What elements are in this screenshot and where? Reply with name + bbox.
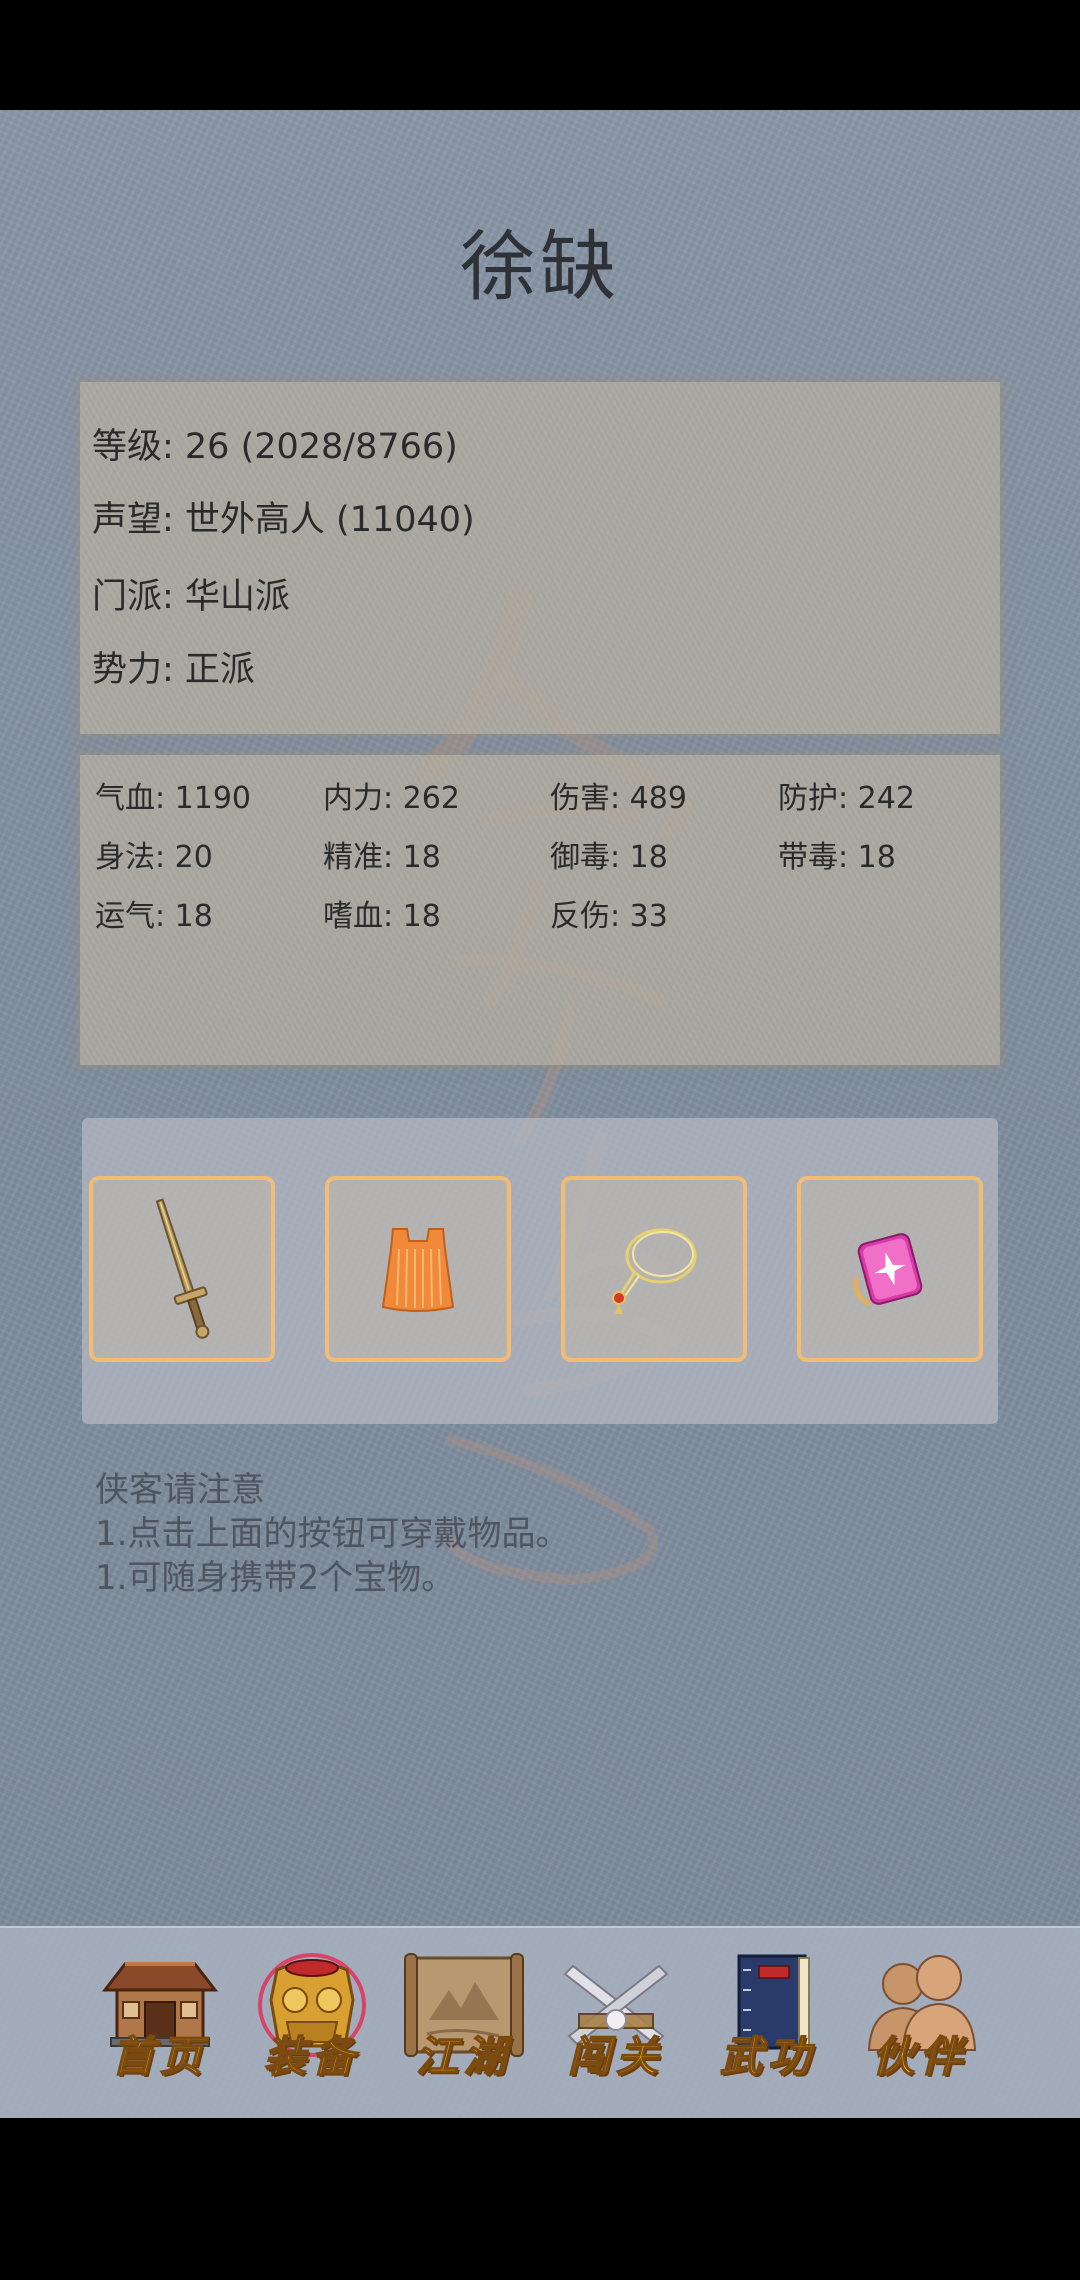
character-info-panel: 等级: 26 (2028/8766) 声望: 世外高人 (11040) 门派: …	[80, 382, 1000, 734]
faction-text: 势力: 正派	[92, 650, 255, 690]
treasure-slot[interactable]	[797, 1176, 983, 1362]
necklace-slot[interactable]	[561, 1176, 747, 1362]
nav-equipment-label: 装备	[263, 2031, 360, 2082]
nav-home[interactable]: 首页	[95, 1950, 225, 2090]
stat-defense: 防护: 242	[778, 781, 915, 816]
stat-poison-resist: 御毒: 18	[550, 840, 668, 875]
nav-partners[interactable]: 伙伴	[855, 1950, 985, 2090]
necklace-icon	[612, 1228, 697, 1314]
stat-damage: 伤害: 489	[550, 781, 687, 816]
notes-heading: 侠客请注意	[95, 1470, 265, 1510]
sect-text: 门派: 华山派	[92, 577, 290, 617]
sword-icon	[155, 1198, 210, 1339]
notes-line-1: 1.点击上面的按钮可穿戴物品。	[95, 1514, 570, 1554]
stats-panel: 气血: 1190 内力: 262 伤害: 489 防护: 242 身法: 20 …	[80, 755, 1000, 1065]
bottom-nav: 首页 装备 江湖 闯关 武功 伙伴	[0, 1926, 1080, 2118]
system-nav-bar	[0, 2118, 1080, 2280]
nav-martial-arts-label: 武功	[719, 2031, 816, 2082]
weapon-slot[interactable]	[89, 1176, 275, 1362]
notes-block: 侠客请注意 1.点击上面的按钮可穿戴物品。 1.可随身携带2个宝物。	[95, 1468, 569, 1600]
nav-martial-arts[interactable]: 武功	[703, 1950, 833, 2090]
stat-inner-power: 内力: 262	[323, 781, 460, 816]
equipment-screen: 徐缺 等级: 26 (2028/8766) 声望: 世外高人 (11040) 门…	[0, 110, 1080, 2118]
stat-reflect: 反伤: 33	[550, 899, 668, 934]
stat-hp: 气血: 1190	[95, 781, 251, 816]
notes-line-2: 1.可随身携带2个宝物。	[95, 1558, 456, 1598]
armor-vest-icon	[381, 1228, 455, 1312]
nav-jianghu-label: 江湖	[415, 2031, 512, 2082]
armor-slot[interactable]	[325, 1176, 511, 1362]
nav-partners-label: 伙伴	[871, 2031, 968, 2082]
level-text: 等级: 26 (2028/8766)	[92, 427, 458, 467]
stat-agility: 身法: 20	[95, 840, 213, 875]
status-bar	[0, 0, 1080, 110]
nav-challenge[interactable]: 闯关	[551, 1950, 681, 2090]
character-name: 徐缺	[460, 222, 620, 311]
pink-gem-treasure-icon	[853, 1233, 923, 1307]
nav-home-label: 首页	[111, 2031, 208, 2082]
stat-lifesteal: 嗜血: 18	[323, 899, 441, 934]
stat-accuracy: 精准: 18	[323, 840, 441, 875]
stat-poison: 带毒: 18	[778, 840, 896, 875]
nav-challenge-label: 闯关	[567, 2031, 664, 2082]
stat-luck: 运气: 18	[95, 899, 213, 934]
reputation-text: 声望: 世外高人 (11040)	[92, 500, 475, 540]
nav-equipment[interactable]: 装备	[247, 1950, 377, 2090]
nav-jianghu[interactable]: 江湖	[399, 1950, 529, 2090]
